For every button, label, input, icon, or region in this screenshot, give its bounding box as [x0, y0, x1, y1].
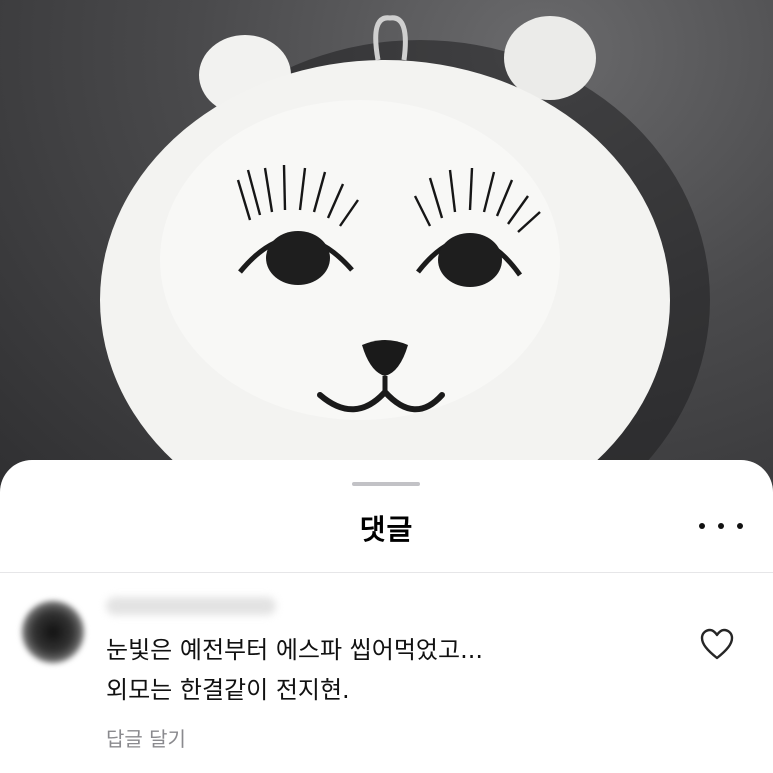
reply-button[interactable]: 답글 달기	[106, 723, 186, 752]
plush-bear-image	[100, 15, 710, 500]
comment-line: 외모는 한결같이 전지현.	[106, 676, 350, 704]
comment-username[interactable]	[106, 597, 276, 615]
avatar[interactable]	[22, 601, 84, 663]
more-options-icon[interactable]	[699, 512, 743, 540]
heart-outline-icon[interactable]	[699, 627, 735, 661]
post-photo	[0, 0, 773, 500]
sheet-title: 댓글	[359, 513, 414, 546]
comment-line: 눈빛은 예전부터 에스파 씹어먹었고...	[106, 636, 483, 664]
comments-sheet: 댓글 눈빛은 예전부터 에스파 씹어먹었고... 외모는 한결같이 전지현. 답…	[0, 460, 773, 773]
drag-handle[interactable]	[352, 482, 420, 486]
comment-item: 눈빛은 예전부터 에스파 씹어먹었고... 외모는 한결같이 전지현. 답글 달…	[0, 573, 773, 773]
comment-text: 눈빛은 예전부터 에스파 씹어먹었고... 외모는 한결같이 전지현.	[106, 630, 483, 710]
